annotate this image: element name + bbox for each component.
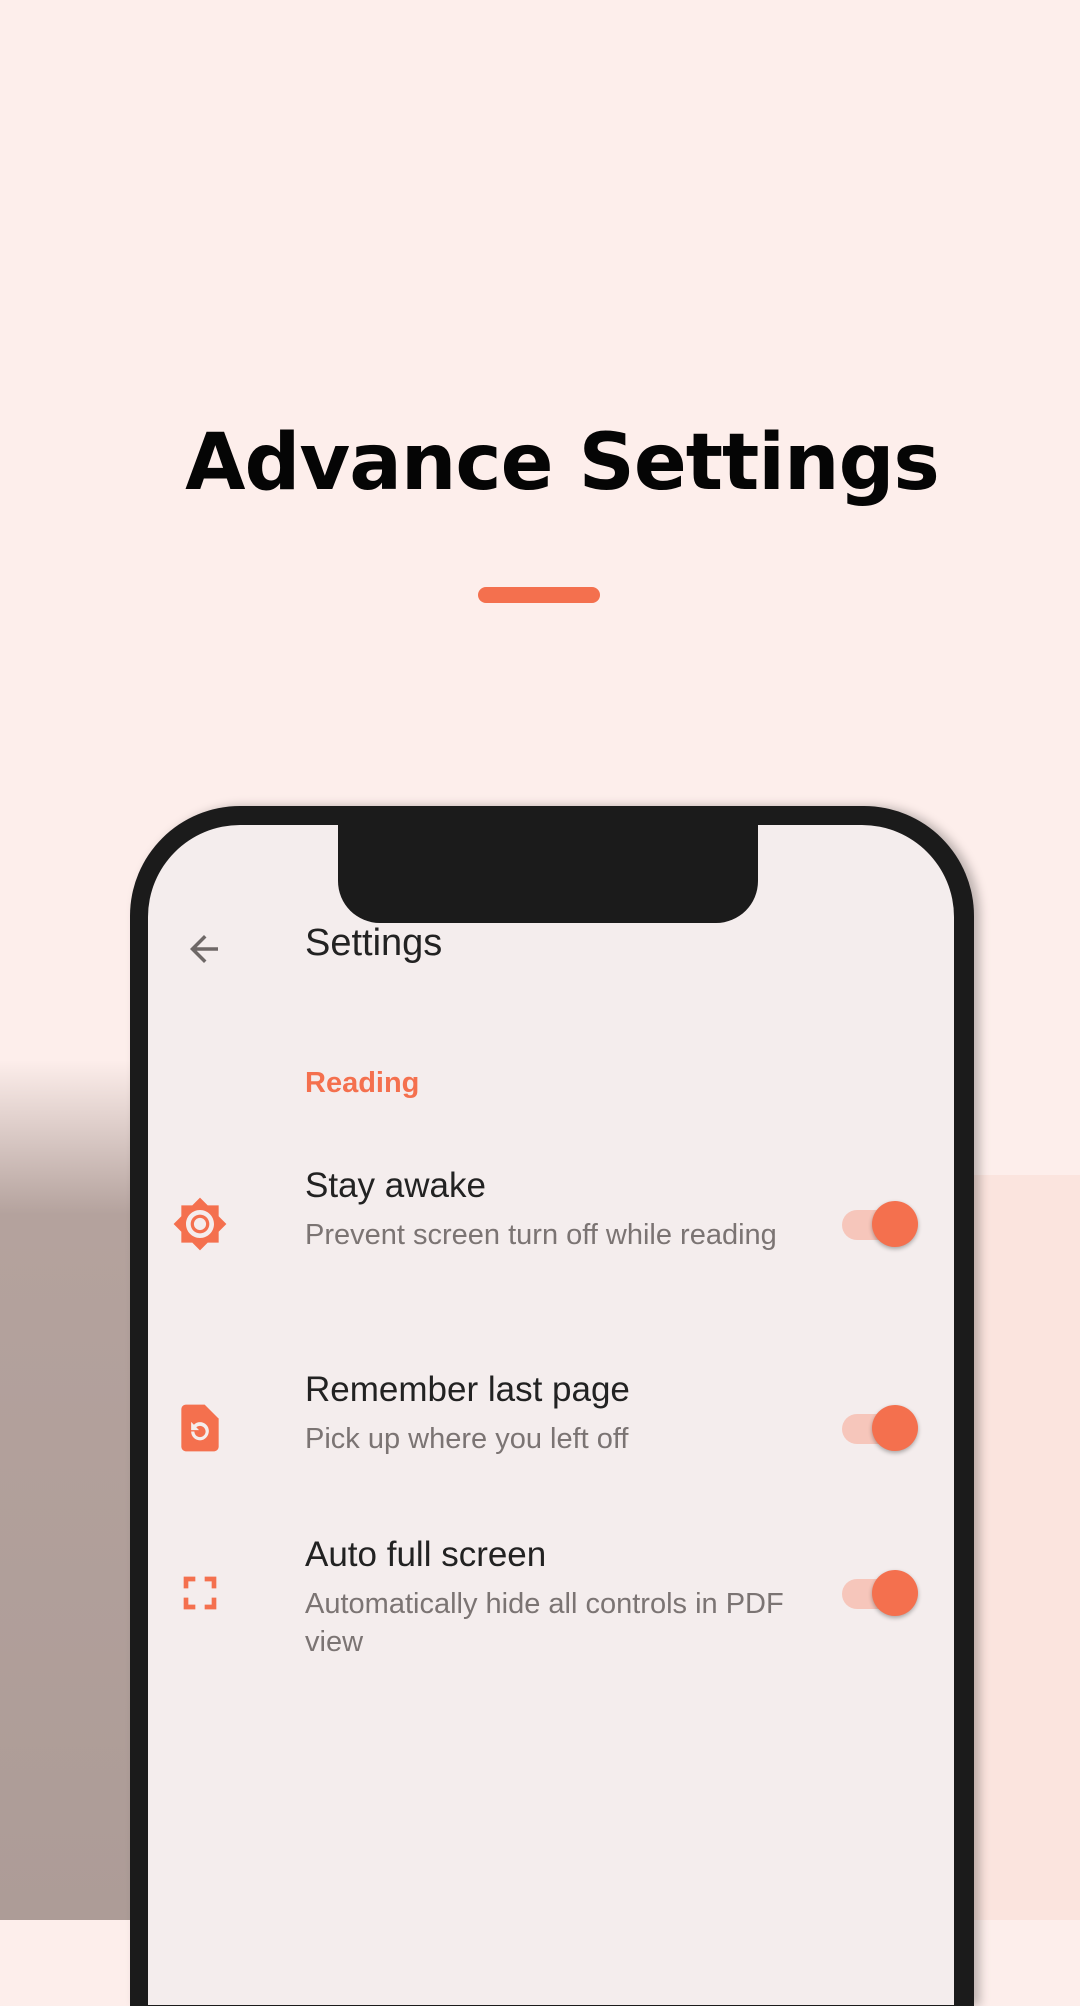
auto-full-screen-toggle[interactable] [842,1567,918,1619]
toggle-thumb [872,1201,918,1247]
restore-page-icon [172,1400,228,1456]
arrow-back-icon [190,935,218,963]
setting-subtitle: Prevent screen turn off while reading [305,1219,777,1251]
hero-title: Advance Settings [185,418,940,508]
setting-subtitle: Automatically hide all controls in PDF v… [305,1588,784,1658]
hero-underline [478,587,600,603]
setting-title: Remember last page [305,1370,630,1409]
brightness-icon [172,1196,228,1252]
back-button[interactable] [180,925,228,973]
phone-screen: Settings Reading Stay awake Prevent scre… [148,825,954,2005]
page-title: Settings [305,922,443,964]
setting-title: Stay awake [305,1166,486,1205]
phone-notch [338,825,758,923]
remember-last-page-toggle[interactable] [842,1402,918,1454]
section-header-reading: Reading [305,1067,420,1099]
toggle-thumb [872,1405,918,1451]
toggle-thumb [872,1570,918,1616]
setting-subtitle: Pick up where you left off [305,1423,629,1455]
fullscreen-icon [172,1565,228,1621]
stay-awake-toggle[interactable] [842,1198,918,1250]
setting-title: Auto full screen [305,1535,547,1574]
